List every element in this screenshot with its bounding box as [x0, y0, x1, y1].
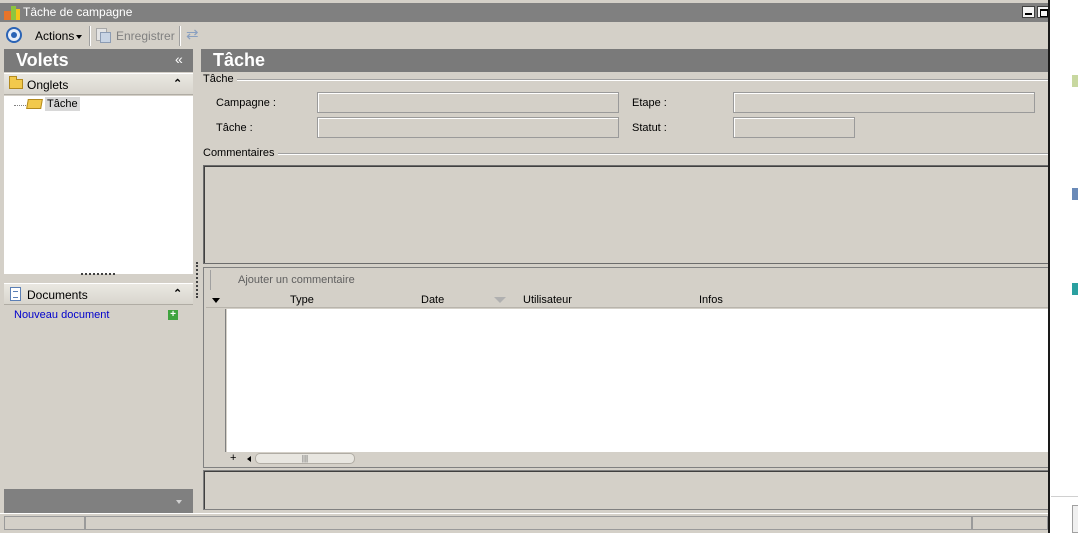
campagne-label: Campagne : — [216, 97, 276, 109]
desktop-icon — [1072, 283, 1078, 295]
status-bar — [0, 513, 1048, 533]
chevron-up-icon[interactable]: ⌃ — [173, 287, 182, 300]
actions-label: Actions — [35, 29, 75, 43]
grid-header-row: Type Date Utilisateur Infos — [206, 292, 1048, 308]
column-header-date[interactable]: Date — [421, 294, 444, 306]
new-document-link[interactable]: Nouveau document — [14, 309, 109, 321]
save-button[interactable]: Enregistrer — [116, 29, 175, 43]
column-header-infos[interactable]: Infos — [699, 294, 723, 306]
etape-label: Etape : — [632, 97, 667, 109]
add-comment-button[interactable]: Ajouter un commentaire — [238, 274, 355, 286]
toolbar: Actions Enregistrer ⇄ — [0, 23, 1048, 49]
caret-down-icon — [76, 34, 83, 39]
toolbar-separator — [89, 26, 91, 46]
campaign-task-window: Tâche de campagne Actions Enregistrer ⇄ … — [0, 0, 1048, 533]
collapse-pane-button[interactable]: « — [175, 51, 183, 67]
onglets-section-header[interactable]: Onglets ⌃ — [4, 73, 193, 95]
status-cell — [85, 516, 972, 530]
group-divider — [203, 153, 1048, 155]
documents-panel: Nouveau document + — [4, 306, 193, 489]
tree-item-tache[interactable]: Tâche — [45, 97, 80, 111]
volets-title: Volets — [16, 50, 69, 70]
etape-field[interactable] — [733, 92, 1035, 113]
group-divider — [203, 79, 1048, 81]
dropdown-arrow-icon[interactable] — [176, 500, 182, 504]
chevron-up-icon[interactable]: ⌃ — [173, 77, 182, 90]
folder-icon — [9, 76, 23, 89]
pane-footer — [4, 489, 193, 513]
comments-grid-panel: Ajouter un commentaire Type Date Utilisa… — [203, 267, 1048, 468]
document-icon — [10, 287, 21, 301]
refresh-icon[interactable]: ⇄ — [186, 27, 202, 43]
desktop-panel — [1072, 505, 1078, 533]
horizontal-scrollbar-thumb[interactable]: ||| — [255, 453, 355, 464]
divider — [1051, 496, 1078, 497]
onglets-tree: Tâche — [4, 96, 193, 274]
title-bar: Tâche de campagne — [0, 3, 1048, 22]
tache-header: Tâche — [201, 49, 1048, 72]
documents-section-header[interactable]: Documents ⌃ — [4, 283, 193, 305]
scroll-left-icon[interactable] — [247, 456, 251, 462]
comments-grid-body[interactable] — [227, 309, 1048, 452]
toolbar-separator — [179, 26, 181, 46]
plus-icon[interactable]: + — [168, 310, 178, 320]
tache-label: Tâche : — [216, 122, 253, 134]
onglets-label: Onglets — [27, 78, 69, 92]
caret-down-icon[interactable] — [212, 298, 220, 303]
desktop-icon — [1072, 75, 1078, 87]
vertical-splitter[interactable] — [196, 262, 198, 298]
status-cell — [972, 516, 1048, 530]
column-header-utilisateur[interactable]: Utilisateur — [523, 294, 572, 306]
statut-label: Statut : — [632, 122, 667, 134]
open-folder-icon — [26, 99, 43, 109]
horizontal-splitter[interactable] — [81, 273, 115, 275]
bottom-detail-panel — [203, 470, 1048, 510]
page-title: Tâche — [213, 50, 266, 70]
campagne-field[interactable] — [317, 92, 619, 113]
tache-group-label: Tâche — [203, 73, 237, 85]
window-title: Tâche de campagne — [23, 5, 133, 19]
commentaires-group-label: Commentaires — [203, 147, 278, 159]
status-cell — [4, 516, 85, 530]
grid-footer: + ||| — [227, 452, 1048, 466]
documents-label: Documents — [27, 288, 88, 302]
actions-menu-button[interactable]: Actions — [35, 29, 83, 43]
statut-field[interactable] — [733, 117, 855, 138]
grid-toolbar-grip — [210, 270, 211, 290]
app-icon — [4, 6, 20, 20]
sort-descending-icon — [494, 297, 506, 303]
row-header-column — [206, 309, 226, 452]
column-header-type[interactable]: Type — [290, 294, 314, 306]
comment-textarea[interactable] — [203, 165, 1048, 264]
volets-header: Volets « — [4, 49, 193, 72]
desktop-background-strip — [1048, 0, 1078, 533]
maximize-button[interactable] — [1037, 6, 1048, 18]
desktop-icon — [1072, 188, 1078, 200]
save-icon — [96, 28, 111, 43]
expand-plus-icon[interactable]: + — [230, 452, 236, 464]
nav-circle-icon[interactable] — [6, 27, 22, 43]
minimize-button[interactable] — [1022, 6, 1035, 18]
tache-field[interactable] — [317, 117, 619, 138]
